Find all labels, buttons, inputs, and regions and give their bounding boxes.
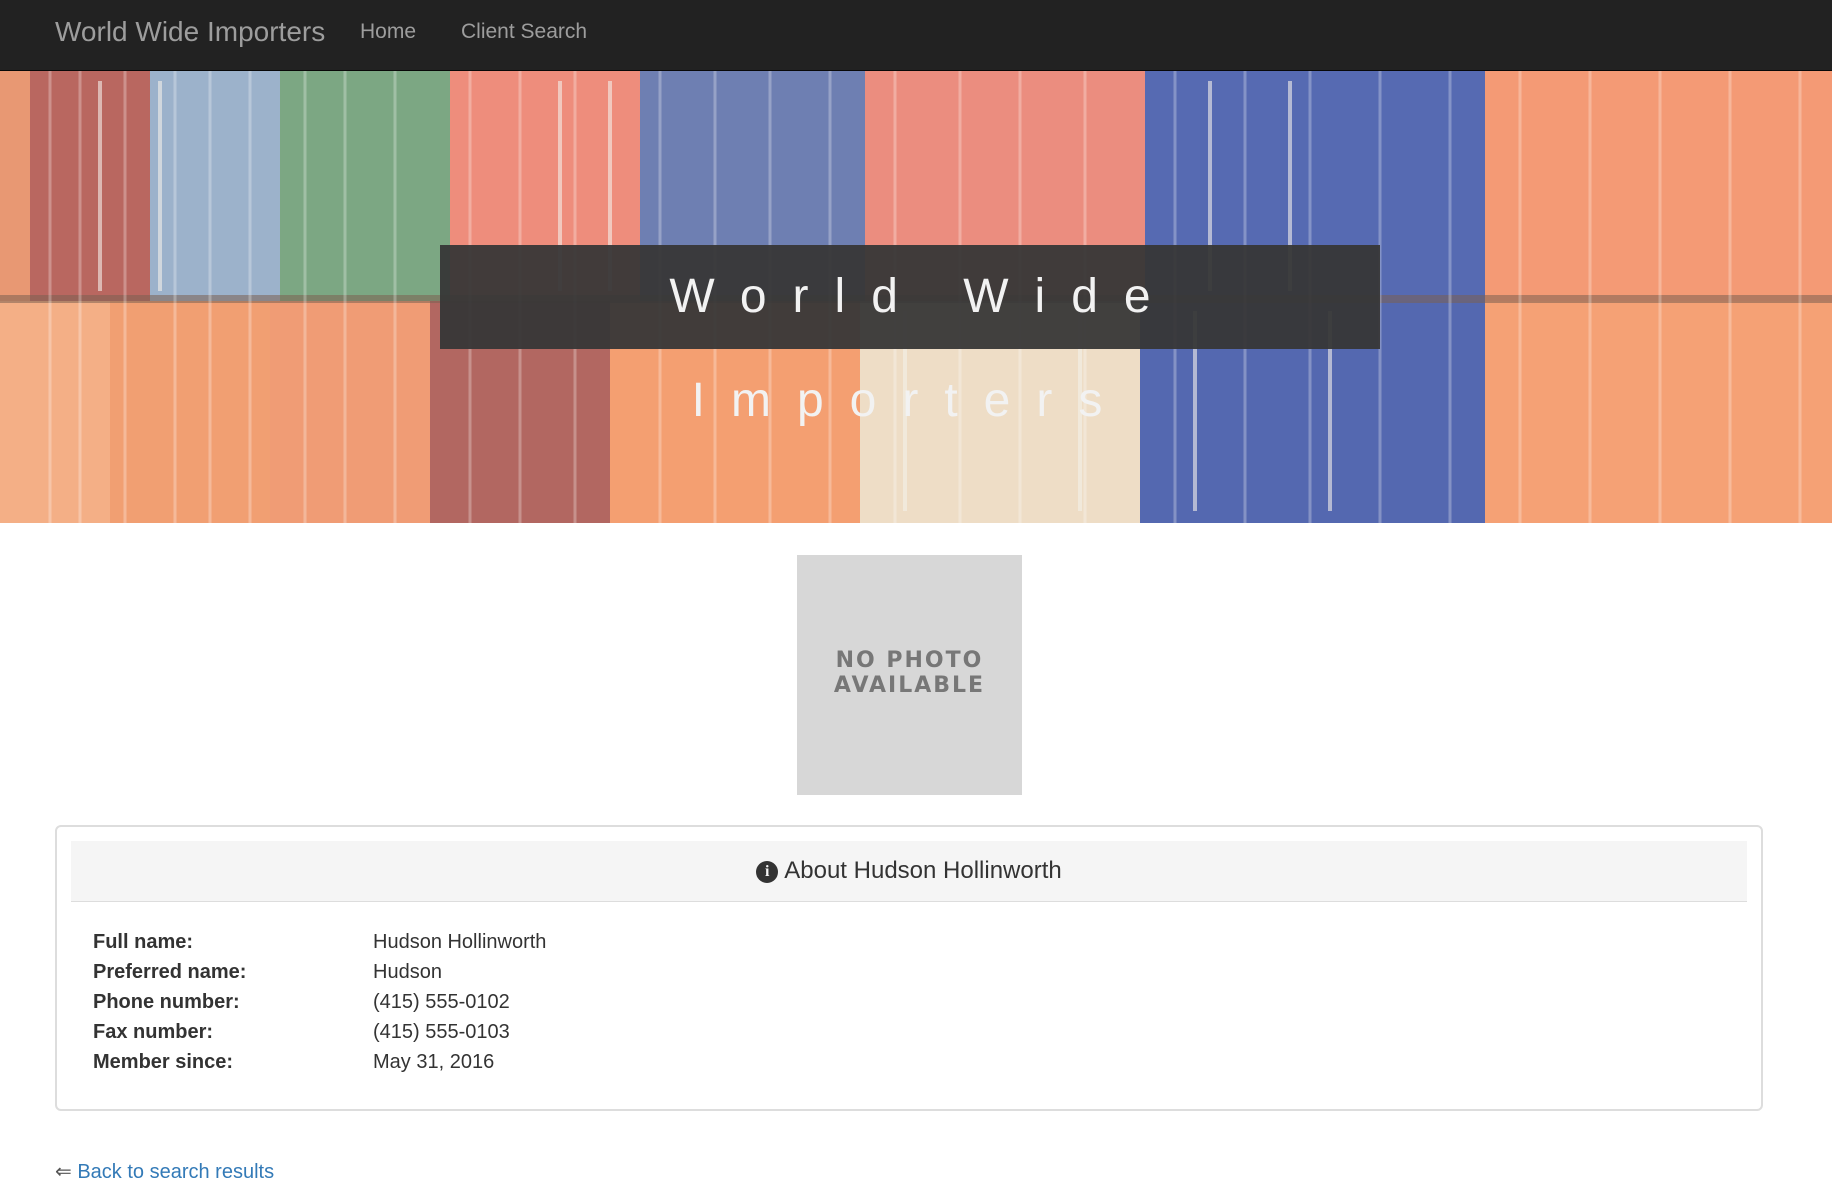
info-circle-icon: i xyxy=(756,861,779,883)
no-photo-text: NO PHOTO AVAILABLE xyxy=(797,648,1022,698)
no-photo-line2: AVAILABLE xyxy=(833,673,986,698)
fax-number-value: (415) 555-0103 xyxy=(373,1021,510,1043)
no-photo-line1: NO PHOTO xyxy=(835,648,984,673)
panel-title-text: About Hudson Hollinworth xyxy=(784,857,1062,884)
back-arrow-icon: ⇐ xyxy=(55,1161,72,1183)
full-name-label: Full name: xyxy=(93,931,194,953)
back-link-container: ⇐ Back to search results xyxy=(55,1158,274,1186)
panel-heading: i About Hudson Hollinworth xyxy=(71,841,1747,902)
hero-title: World Wide Importers xyxy=(669,270,1177,427)
hero-banner: World Wide Importers xyxy=(0,71,1832,523)
about-panel: i About Hudson Hollinworth Full name: Hud… xyxy=(55,825,1763,1111)
back-to-search-results-link[interactable]: Back to search results xyxy=(77,1161,274,1183)
navbar-brand[interactable]: World Wide Importers xyxy=(55,14,325,50)
top-navbar: World Wide Importers Home Client Search xyxy=(0,0,1832,71)
member-since-label: Member since: xyxy=(93,1051,234,1073)
phone-number-label: Phone number: xyxy=(93,991,240,1013)
client-photo-placeholder: NO PHOTO AVAILABLE xyxy=(797,555,1022,795)
phone-number-value: (415) 555-0102 xyxy=(373,991,510,1013)
preferred-name-value: Hudson xyxy=(373,961,442,983)
preferred-name-label: Preferred name: xyxy=(93,961,247,983)
panel-title: i About Hudson Hollinworth xyxy=(71,841,1747,901)
hero-title-box: World Wide Importers xyxy=(440,245,1380,427)
member-since-value: May 31, 2016 xyxy=(373,1051,495,1073)
nav-link-client-search[interactable]: Client Search xyxy=(461,19,587,45)
full-name-value: Hudson Hollinworth xyxy=(373,931,547,953)
nav-link-home[interactable]: Home xyxy=(360,19,416,45)
fax-number-label: Fax number: xyxy=(93,1021,214,1043)
